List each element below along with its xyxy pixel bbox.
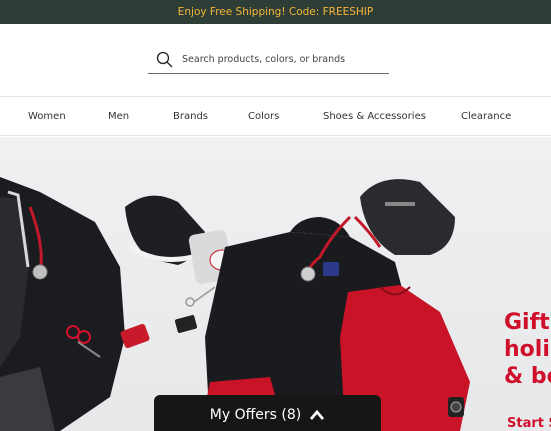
- promo-banner: Enjoy Free Shipping! Code: FREESHIP: [0, 0, 551, 24]
- nav-item-colors[interactable]: Colors: [248, 97, 279, 135]
- promo-text: Enjoy Free Shipping! Code: FREESHIP: [177, 6, 374, 18]
- nav-item-shoes-accessories[interactable]: Shoes & Accessories: [323, 97, 426, 135]
- main-nav: Women Men Brands Colors Shoes & Accessor…: [0, 96, 551, 136]
- nav-item-men[interactable]: Men: [108, 97, 129, 135]
- hero-headline-line1: Gift: [504, 310, 550, 335]
- my-offers-label: My Offers (8): [209, 407, 302, 423]
- hero-headline-line3: & be: [504, 364, 551, 389]
- nav-item-brands[interactable]: Brands: [173, 97, 208, 135]
- search-input[interactable]: [182, 54, 389, 65]
- nav-item-clearance[interactable]: Clearance: [461, 97, 511, 135]
- site-header: [0, 24, 551, 96]
- my-offers-button[interactable]: My Offers (8): [154, 395, 381, 431]
- chevron-up-icon: [309, 409, 325, 421]
- hero-banner[interactable]: Gift holi & be Start S: [0, 137, 551, 431]
- search-icon[interactable]: [156, 50, 176, 70]
- hero-headline-line2: holi: [504, 337, 550, 362]
- hero-headline: Gift holi & be: [504, 309, 551, 390]
- search-bar[interactable]: [148, 46, 389, 74]
- nav-item-women[interactable]: Women: [28, 97, 66, 135]
- hero-subtext[interactable]: Start S: [507, 416, 551, 431]
- hero-product-image: [0, 177, 470, 431]
